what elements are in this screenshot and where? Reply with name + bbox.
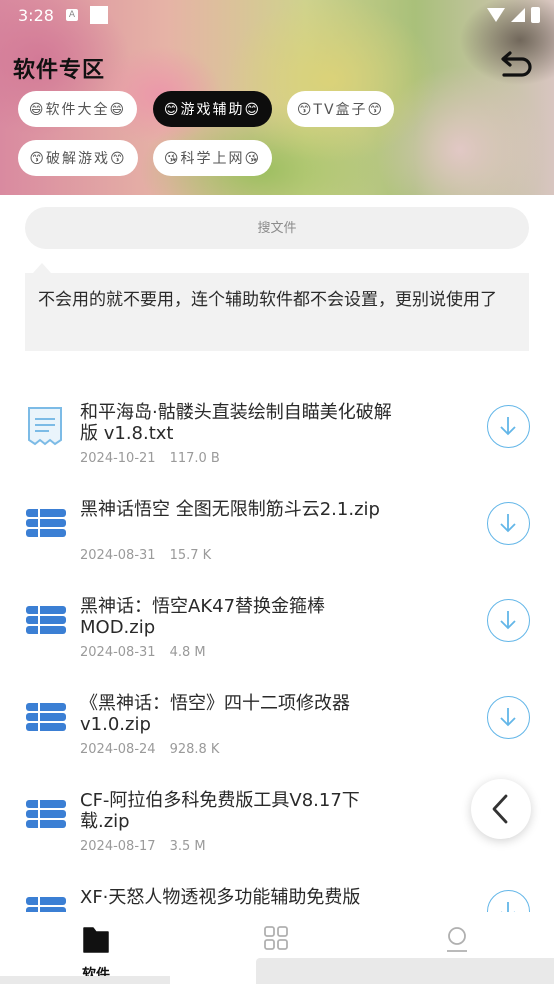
file-meta: 2024-08-17 3.5 M	[80, 839, 206, 854]
file-meta: 2024-08-31 15.7 K	[80, 548, 211, 563]
status-time: 3:28	[18, 6, 54, 25]
page-title: 软件专区	[13, 58, 106, 83]
search-input[interactable]	[25, 207, 529, 249]
archive-file-icon	[26, 509, 66, 537]
floating-back-button[interactable]	[471, 779, 531, 839]
file-name: 黑神话：悟空AK47替换金箍棒MOD.zip	[80, 596, 326, 638]
archive-file-icon	[26, 800, 66, 828]
download-button[interactable]	[487, 405, 530, 448]
notification-square-icon	[90, 6, 108, 24]
archive-file-icon	[26, 703, 66, 731]
category-chip-cracked-games[interactable]: 😙破解游戏😙	[18, 140, 138, 176]
file-size: 3.5 M	[169, 839, 206, 854]
download-button[interactable]	[487, 890, 530, 912]
chevron-left-icon	[492, 794, 508, 824]
file-name: CF-阿拉伯多科免费版工具V8.17下载.zip	[80, 790, 360, 832]
file-row[interactable]: 黑神话悟空 全图无限制筋斗云2.1.zip 2024-08-31 15.7 K	[0, 475, 554, 572]
file-meta: 2024-10-21 117.0 B	[80, 451, 220, 466]
file-size: 4.8 M	[169, 645, 206, 660]
category-chip-tv-box[interactable]: 😙TV盒子😙	[287, 91, 394, 127]
undo-arrow-icon	[501, 51, 532, 77]
file-size: 15.7 K	[169, 548, 212, 563]
archive-file-icon	[26, 606, 66, 634]
notification-a-icon: A	[66, 9, 78, 21]
file-name: 《黑神话：悟空》四十二项修改器v1.0.zip	[80, 693, 350, 735]
download-arrow-icon	[500, 708, 516, 727]
signal-icon	[511, 8, 525, 22]
wifi-icon	[487, 8, 505, 22]
file-row[interactable]: 和平海岛·骷髅头直装绘制自瞄美化破解版 v1.8.txt 2024-10-21 …	[0, 378, 554, 475]
download-arrow-icon	[500, 514, 516, 533]
download-arrow-icon	[501, 902, 515, 912]
file-date: 2024-08-24	[80, 742, 156, 757]
download-button[interactable]	[487, 696, 530, 739]
file-date: 2024-08-31	[80, 548, 156, 563]
file-date: 2024-10-21	[80, 451, 156, 466]
download-arrow-icon	[500, 611, 516, 630]
file-size: 117.0 B	[169, 451, 220, 466]
download-button[interactable]	[487, 502, 530, 545]
file-name: 黑神话悟空 全图无限制筋斗云2.1.zip	[80, 499, 380, 520]
file-meta: 2024-08-24 928.8 K	[80, 742, 219, 757]
header-banner: 3:28 A 软件专区 😄软件大全😄 😊游戏辅助😊 😙TV盒子😙 😙破解游戏😙 …	[0, 0, 554, 195]
file-row[interactable]: 《黑神话：悟空》四十二项修改器v1.0.zip 2024-08-24 928.8…	[0, 669, 554, 766]
category-chip-vpn[interactable]: 😘科学上网😘	[153, 140, 272, 176]
file-name: 和平海岛·骷髅头直装绘制自瞄美化破解版 v1.8.txt	[80, 402, 392, 444]
archive-file-icon	[26, 897, 66, 912]
file-row[interactable]: XF·天怒人物透视多功能辅助免费版	[0, 863, 554, 912]
notice-pointer	[33, 263, 51, 273]
grid-icon	[264, 926, 288, 950]
category-chip-game-assist[interactable]: 😊游戏辅助😊	[153, 91, 272, 127]
status-icons	[487, 7, 540, 23]
file-size: 928.8 K	[169, 742, 220, 757]
file-date: 2024-08-17	[80, 839, 156, 854]
person-icon	[447, 927, 467, 952]
text-file-icon	[28, 407, 62, 446]
system-gesture-area	[256, 958, 554, 984]
undo-back-button[interactable]	[498, 50, 534, 80]
nav-tab-software[interactable]: 软件	[66, 922, 126, 983]
system-gesture-area-left	[0, 976, 170, 984]
status-bar: 3:28 A	[0, 0, 554, 30]
download-arrow-icon	[500, 417, 516, 436]
notice-message: 不会用的就不要用，连个辅助软件都不会设置，更别说使用了	[25, 273, 529, 351]
file-row[interactable]: 黑神话：悟空AK47替换金箍棒MOD.zip 2024-08-31 4.8 M	[0, 572, 554, 669]
folder-icon	[83, 927, 109, 953]
category-chip-software[interactable]: 😄软件大全😄	[18, 91, 137, 127]
file-meta: 2024-08-31 4.8 M	[80, 645, 206, 660]
file-name: XF·天怒人物透视多功能辅助免费版	[80, 887, 361, 908]
file-date: 2024-08-31	[80, 645, 156, 660]
battery-icon	[531, 7, 540, 23]
download-button[interactable]	[487, 599, 530, 642]
